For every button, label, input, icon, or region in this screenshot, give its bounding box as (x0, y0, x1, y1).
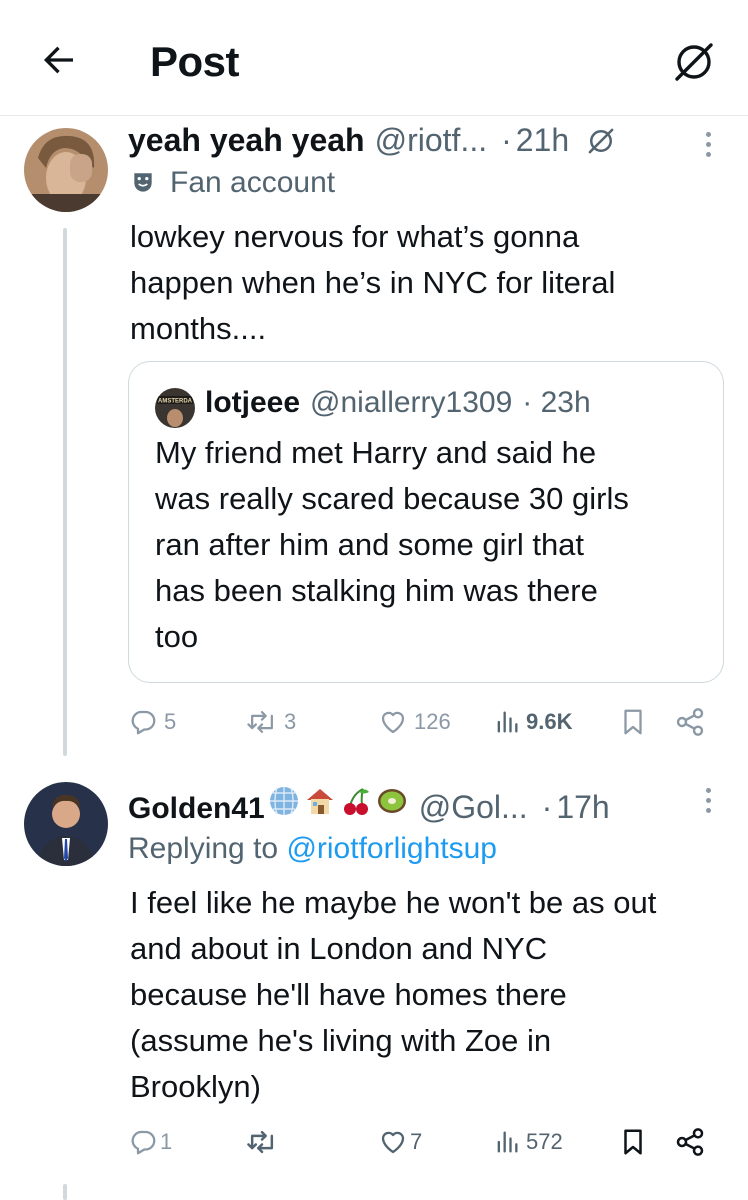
quote-display-name[interactable]: lotjeee (205, 386, 300, 420)
reply-icon (131, 710, 156, 735)
text-line: was really scared because 30 girls (155, 481, 629, 516)
views-count: 572 (526, 1129, 563, 1154)
share-button[interactable] (674, 1120, 706, 1164)
avatar[interactable] (24, 782, 108, 866)
views-button[interactable]: 9.6K (494, 700, 572, 744)
bookmark-icon (624, 1129, 642, 1155)
more-options-button[interactable] (693, 124, 723, 164)
bookmark-icon (624, 709, 642, 735)
grok-icon[interactable] (585, 125, 617, 157)
views-count: 9.6K (526, 709, 573, 734)
text-line: ran after him and some girl that (155, 527, 585, 562)
more-options-button[interactable] (693, 780, 723, 820)
replying-to-handle-link[interactable]: @riotforlightsup (286, 832, 497, 865)
text-line: because he'll have homes there (130, 977, 567, 1012)
account-label: Fan account (170, 166, 336, 199)
like-count: 7 (410, 1129, 423, 1154)
share-button[interactable] (674, 700, 706, 744)
post-time[interactable]: 21h (516, 122, 569, 159)
repost-icon (247, 711, 273, 733)
views-icon (497, 1131, 518, 1153)
reply-button[interactable]: 1 (128, 1120, 172, 1164)
text-line: too (155, 619, 199, 654)
back-button[interactable] (36, 38, 80, 82)
heart-icon (381, 1131, 405, 1154)
page-title: Post (150, 38, 240, 85)
text-line: (assume he's living with Zoe in (130, 1023, 552, 1058)
user-handle[interactable]: @Gol... (419, 789, 528, 826)
heart-icon (381, 711, 405, 734)
reply-count: 5 (164, 709, 177, 734)
text-line: lowkey nervous for what’s gonna (130, 219, 580, 254)
text-line: I feel like he maybe he won't be as out (130, 885, 657, 920)
user-handle[interactable]: @riotf... (375, 122, 488, 159)
display-name[interactable]: yeah yeah yeah (128, 122, 365, 159)
separator-dot: · (541, 789, 553, 825)
kiwi-icon (377, 789, 406, 813)
post-text: I feel like he maybe he won't be as out … (130, 880, 730, 1110)
like-count: 126 (414, 709, 451, 734)
separator-dot: · (501, 122, 512, 158)
repost-button[interactable] (246, 1120, 278, 1164)
bookmark-button[interactable] (620, 700, 646, 744)
quote-post-time[interactable]: · 23h (522, 386, 590, 420)
repost-button[interactable]: 3 (246, 700, 296, 744)
thread-line (63, 1184, 67, 1200)
repost-icon (247, 1130, 274, 1154)
like-button[interactable]: 7 (378, 1120, 422, 1164)
like-button[interactable]: 126 (378, 700, 451, 744)
display-name[interactable]: Golden41 (128, 792, 265, 826)
action-bar: 5 3 126 9.6K (128, 700, 718, 744)
bookmark-button[interactable] (620, 1120, 646, 1164)
replying-to-label: Replying to (128, 832, 279, 865)
avatar[interactable] (24, 128, 108, 212)
text-line: and about in London and NYC (130, 931, 548, 966)
arrow-left-icon (44, 46, 73, 74)
replying-to: Replying to @riotforlightsup (128, 832, 497, 866)
views-button[interactable]: 572 (494, 1120, 563, 1164)
top-bar: Post (0, 0, 748, 116)
cherries-icon (343, 788, 369, 815)
share-icon (676, 1128, 704, 1156)
reply-button[interactable]: 5 (128, 700, 176, 744)
text-line: happen when he’s in NYC for literal (130, 265, 616, 300)
text-line: months.... (130, 311, 267, 346)
text-line: has been stalking him was there (155, 573, 598, 608)
reply-count: 1 (160, 1129, 173, 1154)
text-line: Brooklyn) (130, 1069, 261, 1104)
svg-text:AMSTERDA: AMSTERDA (158, 399, 193, 405)
repost-count: 3 (284, 709, 297, 734)
share-icon (676, 708, 704, 736)
post-text: lowkey nervous for what’s gonna happen w… (130, 214, 710, 352)
house-icon (306, 789, 333, 814)
action-bar: 1 7 572 (128, 1120, 718, 1164)
theater-masks-icon (134, 173, 152, 192)
quote-user-handle[interactable]: @niallerry1309 (310, 386, 512, 420)
reply-icon (131, 1130, 156, 1155)
grok-icon (675, 43, 713, 81)
quote-avatar[interactable]: AMSTERDA (155, 388, 195, 428)
quoted-post[interactable]: AMSTERDA lotjeee @niallerry1309 · 23h My… (128, 361, 724, 683)
thread-line (63, 228, 67, 756)
grok-button[interactable] (668, 36, 720, 88)
text-line: My friend met Harry and said he (155, 435, 597, 470)
mirror-ball-icon (269, 787, 298, 815)
views-icon (497, 711, 518, 733)
post-time[interactable]: 17h (556, 789, 609, 826)
quote-text: My friend met Harry and said he was real… (155, 430, 715, 660)
